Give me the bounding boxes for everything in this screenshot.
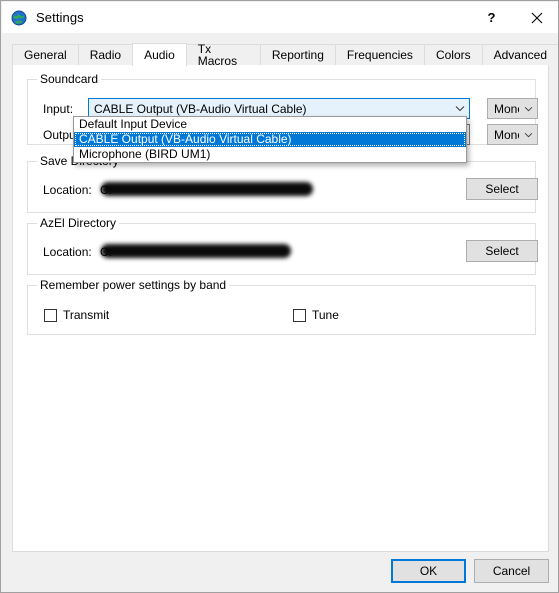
title-bar: Settings ?: [2, 2, 558, 33]
window-title: Settings: [36, 10, 84, 25]
tab-tx-macros[interactable]: Tx Macros: [185, 43, 261, 67]
input-label: Input:: [43, 102, 74, 116]
title-bar-buttons: ?: [469, 2, 558, 33]
tab-general[interactable]: General: [12, 44, 79, 65]
tab-advanced[interactable]: Advanced: [481, 44, 558, 65]
dropdown-item-default-input-device[interactable]: Default Input Device: [74, 117, 466, 132]
transmit-checkbox[interactable]: Transmit: [44, 308, 109, 322]
chevron-down-icon: [519, 106, 537, 112]
audio-output-channel-combobox[interactable]: Mono: [487, 124, 538, 145]
save-directory-group: Save Directory Location: C: Select: [27, 155, 538, 213]
globe-icon: [11, 10, 27, 26]
power-settings-group: Remember power settings by band Transmit…: [27, 279, 536, 335]
settings-dialog: Settings ? General Radio Audio Tx Macros…: [0, 0, 559, 593]
tab-strip: General Radio Audio Tx Macros Reporting …: [12, 43, 558, 67]
help-button[interactable]: ?: [469, 2, 514, 33]
azel-directory-group-title: AzEl Directory: [37, 217, 120, 229]
azel-directory-location-redaction: [101, 244, 291, 258]
chevron-down-icon: [519, 132, 537, 138]
power-settings-group-title: Remember power settings by band: [37, 279, 230, 291]
audio-input-channel-value: Mono: [494, 101, 519, 116]
save-directory-location-redaction: [101, 182, 313, 196]
tab-radio[interactable]: Radio: [77, 44, 134, 65]
tab-colors[interactable]: Colors: [423, 44, 483, 65]
dropdown-item-microphone-bird-um1[interactable]: Microphone (BIRD UM1): [74, 147, 466, 162]
tab-audio[interactable]: Audio: [132, 43, 187, 66]
transmit-checkbox-label: Transmit: [63, 308, 110, 322]
tune-checkbox[interactable]: Tune: [293, 308, 339, 322]
azel-directory-location-value: C:: [100, 245, 112, 259]
soundcard-group-title: Soundcard: [37, 73, 102, 85]
ok-button[interactable]: OK: [391, 559, 466, 583]
checkbox-box: [44, 308, 57, 322]
close-icon[interactable]: [514, 2, 558, 33]
audio-input-value: CABLE Output (VB-Audio Virtual Cable): [94, 101, 307, 116]
audio-input-channel-combobox[interactable]: Mono: [487, 98, 538, 119]
tab-reporting[interactable]: Reporting: [259, 44, 336, 65]
save-directory-select-button[interactable]: Select: [466, 178, 538, 200]
tune-checkbox-label: Tune: [312, 308, 339, 322]
dropdown-item-cable-output[interactable]: CABLE Output (VB-Audio Virtual Cable): [74, 132, 466, 147]
azel-directory-group: AzEl Directory Location: C: Select: [27, 217, 538, 275]
azel-directory-location-label: Location:: [43, 245, 92, 259]
save-directory-location-value: C:: [100, 183, 112, 197]
audio-input-dropdown-list[interactable]: Default Input Device CABLE Output (VB-Au…: [73, 116, 467, 163]
cancel-button[interactable]: Cancel: [474, 559, 549, 583]
checkbox-box: [293, 308, 306, 322]
chevron-down-icon: [451, 105, 469, 112]
tab-frequencies[interactable]: Frequencies: [334, 44, 425, 65]
save-directory-location-label: Location:: [43, 183, 92, 197]
audio-output-channel-value: Mono: [494, 127, 519, 142]
azel-directory-select-button[interactable]: Select: [466, 240, 538, 262]
